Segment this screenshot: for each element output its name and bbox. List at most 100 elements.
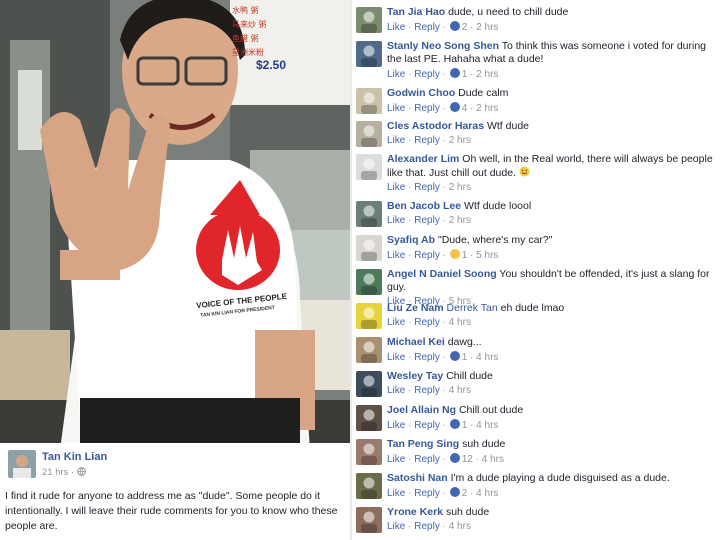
comment-text-line: Cles Astodor Haras Wtf dude: [387, 120, 714, 133]
like-link[interactable]: Like: [387, 385, 405, 396]
comment-time[interactable]: 4 hrs: [476, 488, 498, 499]
commenter-avatar[interactable]: [356, 303, 382, 329]
comment-time[interactable]: 2 hrs: [449, 182, 471, 193]
sign-row: 鱼腊 粥: [232, 34, 259, 43]
comment-time[interactable]: 2 hrs: [476, 69, 498, 80]
reaction-count[interactable]: 1: [449, 419, 467, 431]
comment-author[interactable]: Michael Kei: [387, 336, 445, 348]
like-link[interactable]: Like: [387, 135, 405, 146]
comment-time[interactable]: 2 hrs: [476, 103, 498, 114]
comment-author[interactable]: Liu Ze Nam: [387, 302, 444, 314]
sign-row: 星洲米粉: [232, 48, 264, 57]
comment-author[interactable]: Satoshi Nan: [387, 472, 448, 484]
reaction-count[interactable]: 1: [449, 351, 468, 363]
like-link[interactable]: Like: [387, 352, 405, 363]
like-link[interactable]: Like: [387, 521, 405, 532]
commenter-avatar[interactable]: [356, 154, 382, 180]
reply-link[interactable]: Reply: [414, 385, 440, 396]
like-reaction-icon: [449, 487, 460, 497]
post-author-name[interactable]: Tan Kin Lian: [42, 451, 107, 463]
comment-author[interactable]: Tan Jia Hao: [387, 6, 445, 18]
comment-time[interactable]: 2 hrs: [449, 135, 471, 146]
comment-author[interactable]: Angel N Daniel Soong: [387, 268, 497, 280]
reaction-count[interactable]: 1: [449, 68, 467, 80]
comment-time[interactable]: 4 hrs: [476, 352, 498, 363]
commenter-avatar[interactable]: [356, 405, 382, 431]
comment-author[interactable]: Wesley Tay: [387, 370, 443, 382]
comment-author[interactable]: Tan Peng Sing: [387, 438, 459, 450]
commenter-avatar[interactable]: [356, 337, 382, 363]
like-link[interactable]: Like: [387, 182, 405, 193]
post-photo[interactable]: VOICE OF THE PEOPLE TAN KIN LIAN FOR PRE…: [0, 0, 350, 443]
reply-link[interactable]: Reply: [414, 488, 440, 499]
comment-author[interactable]: Alexander Lim: [387, 153, 459, 165]
commenter-avatar[interactable]: [356, 41, 382, 67]
reply-link[interactable]: Reply: [414, 69, 440, 80]
reply-link[interactable]: Reply: [414, 352, 440, 363]
commenter-avatar[interactable]: [356, 121, 382, 147]
commenter-avatar[interactable]: [356, 371, 382, 397]
reply-link[interactable]: Reply: [414, 22, 440, 33]
comment-time[interactable]: 4 hrs: [449, 385, 471, 396]
comment-author[interactable]: Ben Jacob Lee: [387, 200, 461, 212]
reply-link[interactable]: Reply: [414, 103, 440, 114]
comment-time[interactable]: 4 hrs: [449, 317, 471, 328]
tagged-user[interactable]: Derrek Tan: [447, 302, 498, 314]
commenter-avatar[interactable]: [356, 7, 382, 33]
comment-actions: Like · Reply · 1 · 4 hrs: [387, 351, 499, 363]
comment-author[interactable]: Syafiq Ab: [387, 234, 435, 246]
reply-link[interactable]: Reply: [414, 182, 440, 193]
comment-time[interactable]: 4 hrs: [482, 454, 504, 465]
like-reaction-icon: [449, 453, 460, 463]
reply-link[interactable]: Reply: [414, 454, 440, 465]
like-link[interactable]: Like: [387, 317, 405, 328]
like-link[interactable]: Like: [387, 250, 405, 261]
commenter-avatar[interactable]: [356, 201, 382, 227]
comment-time[interactable]: 4 hrs: [449, 521, 471, 532]
like-link[interactable]: Like: [387, 454, 405, 465]
comment-actions: Like · Reply · 2 hrs: [387, 135, 471, 146]
like-link[interactable]: Like: [387, 22, 405, 33]
reply-link[interactable]: Reply: [414, 250, 440, 261]
reaction-count[interactable]: 1: [449, 249, 467, 261]
comment-time[interactable]: 2 hrs: [476, 22, 498, 33]
like-link[interactable]: Like: [387, 215, 405, 226]
reaction-count[interactable]: 2: [449, 487, 467, 499]
like-link[interactable]: Like: [387, 103, 405, 114]
comment-author[interactable]: Stanly Neo Song Shen: [387, 40, 499, 52]
comment-author[interactable]: Yrone Kerk: [387, 506, 443, 518]
comment-author[interactable]: Joel Allain Ng: [387, 404, 456, 416]
comment-text: Chill out dude: [458, 404, 524, 416]
like-link[interactable]: Like: [387, 488, 405, 499]
reply-link[interactable]: Reply: [414, 420, 440, 431]
commenter-avatar[interactable]: [356, 235, 382, 261]
comment-time[interactable]: 2 hrs: [449, 215, 471, 226]
commenter-avatar[interactable]: [356, 507, 382, 533]
post-time[interactable]: 21 hrs: [42, 467, 68, 478]
reply-link[interactable]: Reply: [414, 215, 440, 226]
commenter-avatar[interactable]: [356, 269, 382, 295]
reaction-count[interactable]: 12: [449, 453, 473, 465]
comment-time[interactable]: 5 hrs: [476, 250, 498, 261]
reply-link[interactable]: Reply: [414, 521, 440, 532]
comment-body: Godwin Choo Dude calm Like · Reply · 4 · …: [387, 87, 714, 115]
comment-actions: Like · Reply · 2 hrs: [387, 215, 471, 226]
comment-author[interactable]: Godwin Choo: [387, 87, 455, 99]
commenter-avatar[interactable]: [356, 473, 382, 499]
reaction-number: 1: [461, 352, 468, 363]
reaction-count[interactable]: 4: [449, 102, 467, 114]
post-author-avatar[interactable]: [8, 450, 36, 478]
reaction-count[interactable]: 2: [449, 21, 467, 33]
reply-link[interactable]: Reply: [414, 135, 440, 146]
comment-text-line: Tan Peng Sing suh dude: [387, 438, 714, 451]
like-link[interactable]: Like: [387, 420, 405, 431]
reply-link[interactable]: Reply: [414, 317, 440, 328]
comment-author[interactable]: Cles Astodor Haras: [387, 120, 484, 132]
comment-body: Liu Ze Nam Derrek Tan eh dude lmao Like ·…: [387, 302, 714, 329]
comment-text: dawg...: [447, 336, 482, 348]
commenter-avatar[interactable]: [356, 439, 382, 465]
like-link[interactable]: Like: [387, 69, 405, 80]
comment-time[interactable]: 4 hrs: [476, 420, 498, 431]
comment-text-line: Wesley Tay Chill dude: [387, 370, 714, 383]
commenter-avatar[interactable]: [356, 88, 382, 114]
